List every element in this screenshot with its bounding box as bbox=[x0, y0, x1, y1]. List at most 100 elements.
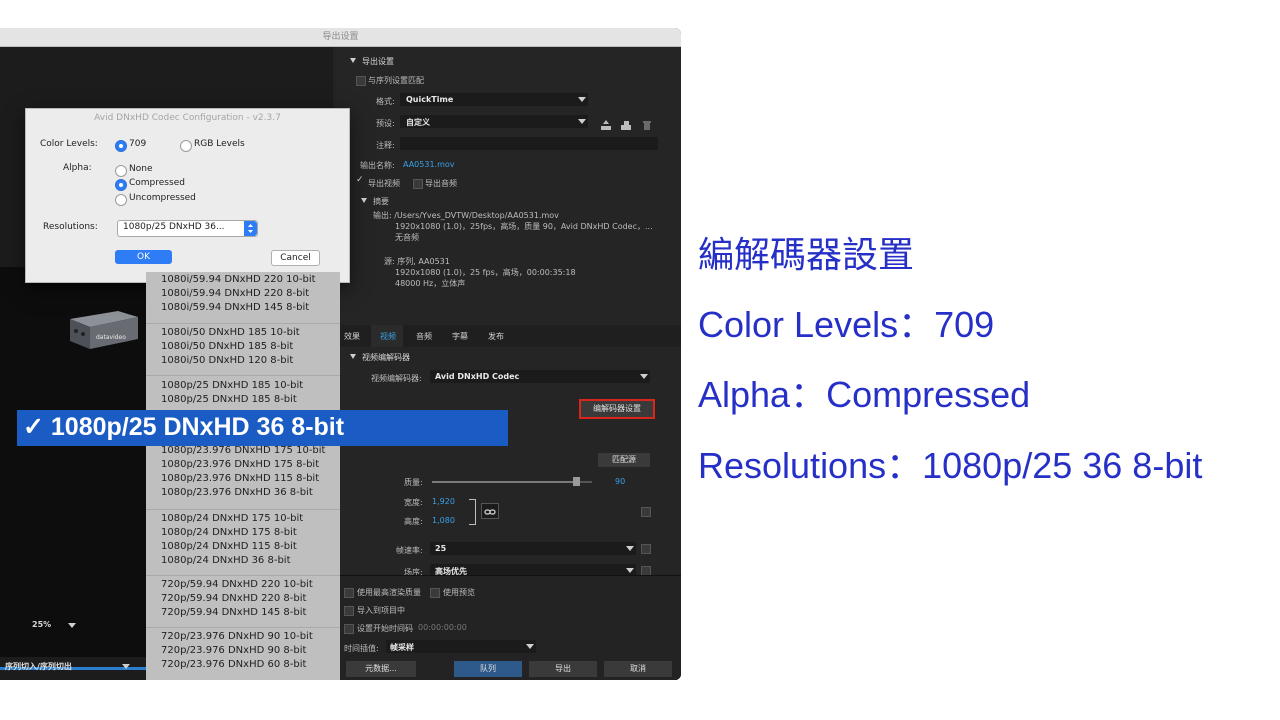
width-value[interactable]: 1,920 bbox=[432, 497, 455, 506]
list-group: 1080i/59.94 DNxHD 220 10-bit 1080i/59.94… bbox=[146, 272, 340, 322]
zoom-select[interactable]: 25% bbox=[28, 619, 80, 633]
chevron-down-icon bbox=[526, 644, 534, 649]
range-select[interactable]: 序列切入/序列切出 bbox=[2, 659, 134, 673]
list-item[interactable]: 1080p/25 DNxHD 185 8-bit bbox=[161, 394, 297, 405]
list-group: 720p/59.94 DNxHD 220 10-bit 720p/59.94 D… bbox=[146, 575, 340, 628]
alpha-uncompressed-radio[interactable] bbox=[115, 194, 127, 206]
tab-audio[interactable]: 音频 bbox=[416, 331, 432, 342]
start-timecode-value[interactable]: 00:00:00:00 bbox=[418, 623, 467, 632]
resolutions-select[interactable]: 1080p/25 DNxHD 36... bbox=[117, 220, 258, 237]
list-item[interactable]: 1080i/50 DNxHD 185 10-bit bbox=[161, 327, 300, 338]
list-item[interactable]: 720p/23.976 DNxHD 90 8-bit bbox=[161, 645, 306, 656]
time-interp-select[interactable]: 帧采样 bbox=[386, 640, 536, 653]
list-item[interactable]: 1080p/23.976 DNxHD 175 8-bit bbox=[161, 459, 319, 470]
color-levels-label: Color Levels: bbox=[40, 139, 98, 149]
list-item[interactable]: 720p/23.976 DNxHD 90 10-bit bbox=[161, 631, 313, 642]
export-button[interactable]: 导出 bbox=[529, 661, 597, 677]
alpha-none-radio[interactable] bbox=[115, 165, 127, 177]
list-item[interactable]: 1080p/24 DNxHD 175 8-bit bbox=[161, 527, 297, 538]
match-source-button[interactable]: 匹配源 bbox=[598, 453, 650, 467]
alpha-compressed-label: Compressed bbox=[129, 178, 185, 188]
disclosure-triangle-icon[interactable] bbox=[350, 58, 356, 63]
list-item[interactable]: 1080p/24 DNxHD 36 8-bit bbox=[161, 555, 291, 566]
color-709-radio[interactable] bbox=[115, 140, 127, 152]
chain-link-icon[interactable] bbox=[481, 503, 499, 519]
chevron-down-icon bbox=[578, 97, 586, 102]
disclosure-triangle-icon[interactable] bbox=[350, 354, 356, 359]
list-item[interactable]: 1080i/59.94 DNxHD 220 8-bit bbox=[161, 288, 309, 299]
tab-captions[interactable]: 字幕 bbox=[452, 331, 468, 342]
list-item[interactable]: 720p/59.94 DNxHD 220 8-bit bbox=[161, 593, 306, 604]
ok-button[interactable]: OK bbox=[115, 250, 172, 264]
video-codec-value: Avid DNxHD Codec bbox=[435, 372, 520, 381]
save-preset-icon[interactable] bbox=[600, 116, 612, 130]
output-name-label: 输出名称: bbox=[360, 161, 395, 170]
device-thumbnail: datavideo bbox=[66, 309, 142, 353]
start-timecode-checkbox[interactable] bbox=[344, 624, 354, 634]
alpha-compressed-radio[interactable] bbox=[115, 179, 127, 191]
codec-configuration-dialog: Avid DNxHD Codec Configuration - v2.3.7 … bbox=[25, 108, 350, 283]
list-item[interactable]: 1080i/50 DNxHD 120 8-bit bbox=[161, 355, 293, 366]
import-project-checkbox[interactable] bbox=[344, 606, 354, 616]
cancel-export-button[interactable]: 取消 bbox=[604, 661, 672, 677]
resize-checkbox[interactable] bbox=[641, 507, 651, 517]
tab-publish[interactable]: 发布 bbox=[488, 331, 504, 342]
framerate-select[interactable]: 25 bbox=[430, 542, 636, 555]
time-interp-label: 时间插值: bbox=[344, 644, 379, 653]
list-item[interactable]: 1080p/23.976 DNxHD 115 8-bit bbox=[161, 473, 319, 484]
list-item[interactable]: 1080p/25 DNxHD 185 10-bit bbox=[161, 380, 303, 391]
import-project-label: 导入到项目中 bbox=[357, 606, 405, 615]
comment-field[interactable] bbox=[400, 137, 658, 150]
export-audio-checkbox[interactable] bbox=[413, 179, 423, 189]
stepper-chevrons-icon bbox=[244, 221, 257, 236]
import-preset-icon[interactable] bbox=[620, 116, 632, 130]
format-label: 格式: bbox=[376, 97, 395, 106]
selected-resolution-item[interactable]: ✓ 1080p/25 DNxHD 36 8-bit bbox=[17, 410, 508, 446]
list-item[interactable]: 1080i/59.94 DNxHD 145 8-bit bbox=[161, 302, 309, 313]
codec-settings-button[interactable]: 编解码器设置 bbox=[579, 399, 655, 419]
list-item[interactable]: 720p/59.94 DNxHD 145 8-bit bbox=[161, 607, 306, 618]
dialog-title: Avid DNxHD Codec Configuration - v2.3.7 bbox=[94, 113, 281, 123]
trash-icon[interactable] bbox=[642, 116, 652, 130]
dialog-cancel-button[interactable]: Cancel bbox=[271, 250, 320, 266]
list-item[interactable]: 1080p/24 DNxHD 175 10-bit bbox=[161, 513, 303, 524]
color-rgb-radio[interactable] bbox=[180, 140, 192, 152]
format-select[interactable]: QuickTime bbox=[400, 93, 588, 106]
framerate-checkbox[interactable] bbox=[641, 544, 651, 554]
queue-button[interactable]: 队列 bbox=[454, 661, 522, 677]
match-sequence-checkbox[interactable] bbox=[356, 76, 366, 86]
max-render-checkbox[interactable] bbox=[344, 588, 354, 598]
slider-thumb[interactable] bbox=[573, 477, 580, 486]
chevron-down-icon bbox=[122, 664, 130, 669]
video-codec-select[interactable]: Avid DNxHD Codec bbox=[430, 370, 650, 383]
export-video-checkbox[interactable]: ✓ bbox=[356, 175, 364, 185]
use-previews-label: 使用预览 bbox=[443, 588, 475, 597]
list-item[interactable]: 1080p/24 DNxHD 115 8-bit bbox=[161, 541, 297, 552]
preset-select[interactable]: 自定义 bbox=[400, 115, 588, 128]
alpha-none-label: None bbox=[129, 164, 153, 174]
use-previews-checkbox[interactable] bbox=[430, 588, 440, 598]
height-value[interactable]: 1,080 bbox=[432, 516, 455, 525]
list-item[interactable]: 1080p/23.976 DNxHD 36 8-bit bbox=[161, 487, 313, 498]
tab-video[interactable]: 视频 bbox=[380, 331, 396, 342]
disclosure-triangle-icon[interactable] bbox=[361, 198, 367, 203]
summary-source: 源: 序列, AA0531 bbox=[384, 257, 450, 266]
preset-label: 预设: bbox=[376, 119, 395, 128]
summary-output-audio: 无音频 bbox=[395, 233, 419, 242]
list-item[interactable]: 1080i/59.94 DNxHD 220 10-bit bbox=[161, 274, 316, 285]
list-item[interactable]: 720p/23.976 DNxHD 60 8-bit bbox=[161, 659, 306, 670]
list-item[interactable]: 720p/59.94 DNxHD 220 10-bit bbox=[161, 579, 313, 590]
export-settings-heading: 导出设置 bbox=[362, 57, 394, 66]
list-item[interactable]: 1080p/23.976 DNxHD 175 10-bit bbox=[161, 445, 325, 456]
chevron-down-icon bbox=[68, 623, 76, 628]
output-name-link[interactable]: AA0531.mov bbox=[403, 160, 455, 169]
summary-source-audio: 48000 Hz，立体声 bbox=[395, 279, 466, 288]
tab-effects[interactable]: 效果 bbox=[344, 331, 360, 342]
quality-slider[interactable] bbox=[432, 477, 592, 486]
list-item[interactable]: 1080i/50 DNxHD 185 8-bit bbox=[161, 341, 293, 352]
summary-heading: 摘要 bbox=[373, 197, 389, 206]
quality-value[interactable]: 90 bbox=[615, 477, 625, 486]
metadata-button[interactable]: 元数据... bbox=[346, 661, 416, 677]
chevron-down-icon bbox=[626, 568, 634, 573]
settings-pane: 导出设置 与序列设置匹配 格式: QuickTime 预设: 自定义 注释: 输… bbox=[336, 47, 681, 680]
